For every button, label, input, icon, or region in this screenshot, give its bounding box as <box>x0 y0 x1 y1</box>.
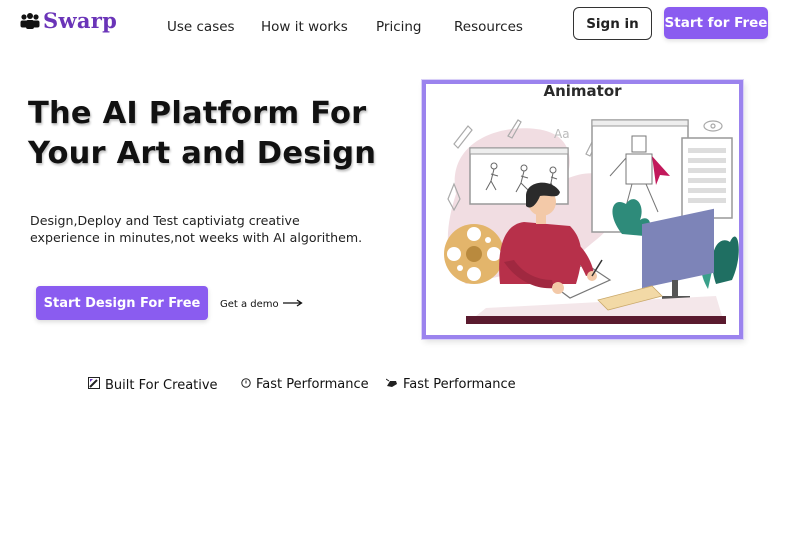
feature-label: Fast Performance <box>256 377 369 392</box>
rocket-icon <box>385 377 398 392</box>
arrow-right-icon <box>282 299 303 310</box>
hero-subtitle: Design,Deploy and Test captiviatg creati… <box>30 212 390 246</box>
feature-fast-performance-1: Fast Performance <box>241 377 369 392</box>
hero-subtitle-line-1: Design,Deploy and Test captiviatg creati… <box>30 213 300 228</box>
feature-label: Built For Creative <box>105 377 218 393</box>
feature-fast-performance-2: Fast Performance <box>385 377 516 392</box>
hero-title-line-1: The AI Platform For <box>28 96 367 131</box>
hero-title-line-2: Your Art and Design <box>28 136 377 171</box>
get-demo-label: Get a demo <box>220 299 279 310</box>
people-group-icon <box>20 12 40 30</box>
sign-in-button[interactable]: Sign in <box>573 7 652 40</box>
brand-logo[interactable]: Swarp <box>20 8 117 33</box>
hero-illustration: Animator Aa <box>422 80 743 339</box>
hero-title: The AI Platform For Your Art and Design <box>28 94 408 174</box>
feature-label: Fast Performance <box>403 377 516 392</box>
brand-name: Swarp <box>43 8 118 33</box>
hero-subtitle-line-2: experience in minutes,not weeks with AI … <box>30 230 363 245</box>
feature-built-for-creative: Built For Creative <box>88 377 218 393</box>
animator-artwork: Aa <box>444 119 739 324</box>
start-design-button[interactable]: Start Design For Free <box>36 286 208 320</box>
nav-link-use-cases[interactable]: Use cases <box>167 19 235 35</box>
nav-link-resources[interactable]: Resources <box>454 19 523 35</box>
nav-link-pricing[interactable]: Pricing <box>376 19 422 35</box>
illustration-title: Animator <box>543 82 622 100</box>
start-for-free-button[interactable]: Start for Free <box>664 7 768 39</box>
top-navbar: Swarp Use cases How it works Pricing Res… <box>0 0 799 52</box>
clock-icon <box>241 377 251 392</box>
svg-text:Aa: Aa <box>554 127 570 141</box>
nav-link-how-it-works[interactable]: How it works <box>261 19 348 35</box>
get-demo-link[interactable]: Get a demo <box>220 299 303 310</box>
pencil-square-icon <box>88 377 100 393</box>
